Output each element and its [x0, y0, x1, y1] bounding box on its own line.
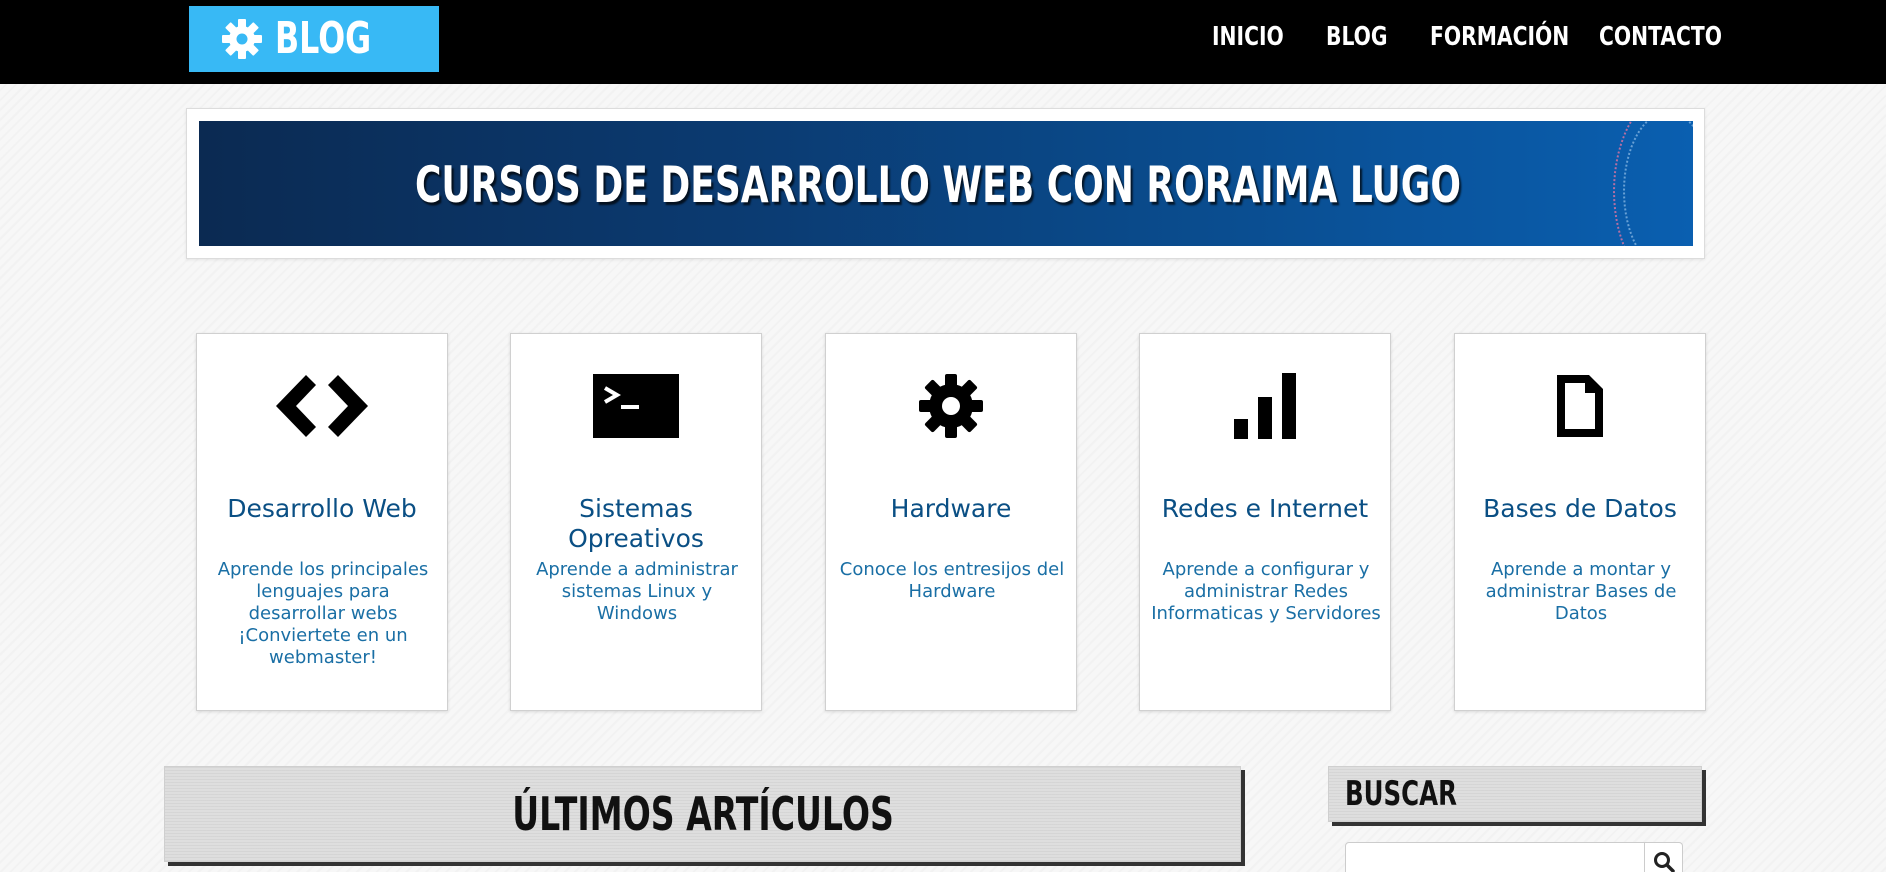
card-title[interactable]: Sistemas Opreativos [511, 494, 761, 554]
category-card-redes[interactable]: Redes e Internet Aprende a configurar y … [1139, 333, 1391, 711]
search-widget-title: BUSCAR [1345, 774, 1457, 814]
card-title[interactable]: Redes e Internet [1140, 494, 1390, 524]
document-icon [1455, 370, 1705, 442]
sparkle-decoration [1623, 121, 1693, 246]
latest-articles-header: ÚLTIMOS ARTÍCULOS [164, 766, 1241, 862]
category-card-hardware[interactable]: Hardware Conoce los entresijos del Hardw… [825, 333, 1077, 711]
card-description: Aprende a administrar sistemas Linux y W… [536, 559, 738, 624]
card-description: Aprende a configurar y administrar Redes… [1151, 559, 1381, 624]
category-card-desarrollo-web[interactable]: Desarrollo Web Aprende los principales l… [196, 333, 448, 711]
category-card-sistemas-operativos[interactable]: Sistemas Opreativos Aprende a administra… [510, 333, 762, 711]
code-icon [197, 370, 447, 442]
site-logo[interactable]: BLOG [189, 6, 439, 72]
top-navbar: BLOG INICIO BLOG FORMACIÓN CONTACTO [0, 0, 1886, 84]
search-icon [1653, 851, 1675, 872]
search-widget-header: BUSCAR [1328, 766, 1702, 822]
latest-articles-title: ÚLTIMOS ARTÍCULOS [512, 787, 895, 841]
card-description: Aprende los principales lenguajes para d… [217, 559, 429, 668]
search-button[interactable] [1645, 842, 1683, 872]
card-title[interactable]: Desarrollo Web [197, 494, 447, 524]
search-input[interactable] [1345, 842, 1645, 872]
gear-icon [826, 370, 1076, 442]
logo-text: BLOG [275, 13, 372, 64]
nav-inicio[interactable]: INICIO [1212, 22, 1284, 52]
card-description: Aprende a montar y administrar Bases de … [1485, 559, 1677, 624]
category-card-bases-de-datos[interactable]: Bases de Datos Aprende a montar y admini… [1454, 333, 1706, 711]
nav-formacion[interactable]: FORMACIÓN [1430, 22, 1569, 52]
card-title[interactable]: Bases de Datos [1455, 494, 1705, 524]
signal-bars-icon [1140, 370, 1390, 442]
terminal-icon [511, 370, 761, 442]
banner[interactable]: CURSOS DE DESARROLLO WEB CON RORAIMA LUG… [199, 121, 1693, 246]
banner-frame: CURSOS DE DESARROLLO WEB CON RORAIMA LUG… [186, 108, 1705, 259]
card-description: Conoce los entresijos del Hardware [839, 559, 1065, 602]
banner-title: CURSOS DE DESARROLLO WEB CON RORAIMA LUG… [415, 156, 1461, 214]
nav-blog[interactable]: BLOG [1326, 22, 1388, 52]
card-title[interactable]: Hardware [826, 494, 1076, 524]
gear-icon [221, 18, 263, 64]
nav-contacto[interactable]: CONTACTO [1599, 22, 1722, 52]
